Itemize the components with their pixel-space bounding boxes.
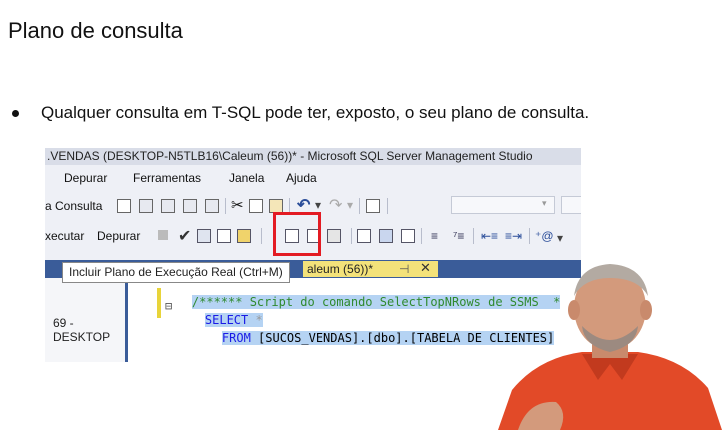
stop-icon[interactable]: [158, 230, 168, 240]
client-stats-icon[interactable]: [327, 229, 341, 243]
change-marker: [157, 288, 161, 318]
collapse-icon[interactable]: ⊟: [165, 299, 172, 313]
solution-explorer-icon[interactable]: [366, 199, 380, 213]
decrease-indent-icon[interactable]: ⇤≡: [481, 229, 498, 243]
highlight-box: [273, 212, 321, 256]
query-tab[interactable]: aleum (56))* ⊣ ✕: [303, 260, 438, 277]
redo-icon[interactable]: ↷: [329, 195, 342, 215]
dax-query-icon[interactable]: [205, 199, 219, 213]
tooltip: Incluir Plano de Execução Real (Ctrl+M): [62, 262, 290, 283]
menu-bar: Depurar Ferramentas Janela Ajuda: [45, 168, 581, 188]
menu-item-ferramentas[interactable]: Ferramentas: [133, 171, 201, 185]
intellisense-icon[interactable]: [237, 229, 251, 243]
debug-button[interactable]: Depurar: [97, 229, 140, 243]
new-query-button[interactable]: a Consulta: [45, 199, 102, 213]
comment-lines-icon[interactable]: ≡: [431, 229, 438, 243]
bullet-dot: [12, 109, 19, 117]
uncomment-lines-icon[interactable]: ⁷≡: [453, 229, 464, 243]
slide-title: Plano de consulta: [8, 18, 183, 43]
query-tab-label: aleum (56))*: [307, 262, 374, 276]
config-combo[interactable]: [451, 196, 555, 214]
results-to-file-icon[interactable]: [401, 229, 415, 243]
menu-item-janela[interactable]: Janela: [229, 171, 264, 185]
paste-icon[interactable]: [269, 199, 283, 213]
window-title: .VENDAS (DESKTOP-N5TLB16\Caleum (56))* -…: [45, 148, 581, 165]
estimated-plan-icon[interactable]: [197, 229, 211, 243]
close-icon[interactable]: ✕: [420, 260, 431, 276]
menu-item-ajuda[interactable]: Ajuda: [286, 171, 317, 185]
cut-icon[interactable]: ✂: [231, 196, 244, 214]
undo-dropdown-icon[interactable]: ▾: [315, 198, 321, 212]
query-options-icon[interactable]: [217, 229, 231, 243]
increase-indent-icon[interactable]: ≡⇥: [505, 229, 522, 243]
search-combo[interactable]: [561, 196, 581, 214]
results-to-grid-icon[interactable]: [379, 229, 393, 243]
query-db-icon[interactable]: [117, 199, 131, 213]
toolbar-options-icon[interactable]: ▾: [557, 231, 563, 245]
object-explorer-pane: 69 - DESKTOP: [45, 278, 125, 362]
menu-item-depurar[interactable]: Depurar: [64, 171, 107, 185]
specify-template-values-icon[interactable]: ⁺@: [535, 229, 554, 243]
pin-icon[interactable]: ⊣: [399, 261, 409, 277]
presenter-photo: [498, 262, 722, 430]
mdx-query-icon[interactable]: [139, 199, 153, 213]
combo-arrow-icon[interactable]: ▾: [542, 198, 547, 209]
bullet-text: Qualquer consulta em T-SQL pode ter, exp…: [41, 103, 590, 122]
bullet-item: Qualquer consulta em T-SQL pode ter, exp…: [12, 103, 589, 123]
redo-dropdown-icon[interactable]: ▾: [347, 198, 353, 212]
dmx-query-icon[interactable]: [161, 199, 175, 213]
execute-button[interactable]: xecutar: [45, 229, 84, 243]
results-to-text-icon[interactable]: [357, 229, 371, 243]
xmla-query-icon[interactable]: [183, 199, 197, 213]
server-node[interactable]: 69 - DESKTOP: [53, 316, 125, 344]
parse-check-icon[interactable]: ✔: [178, 226, 191, 246]
copy-icon[interactable]: [249, 199, 263, 213]
